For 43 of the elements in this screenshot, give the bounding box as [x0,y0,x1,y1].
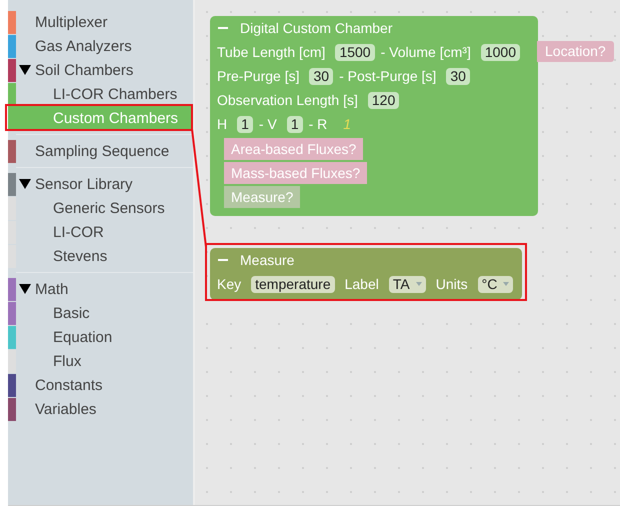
number-field[interactable]: 30 [309,68,334,84]
category-item[interactable]: Stevens [8,244,193,268]
category-item[interactable]: Equation [8,325,193,349]
field-label: Key [217,276,242,292]
measure-block[interactable]: Measure Key temperature Label TA Units °C [210,248,522,300]
number-field[interactable]: 1 [286,116,303,132]
number-field[interactable]: 120 [368,92,400,108]
dropdown[interactable]: °C [478,276,514,292]
field-label: Units [436,276,468,292]
block-title: Measure [240,252,294,268]
category-item[interactable]: Sensor Library [8,172,193,196]
field-label: Tube Length [cm] [217,44,326,60]
category-item[interactable]: Gas Analyzers [8,34,193,58]
number-field[interactable]: 1000 [480,44,520,60]
text-field[interactable]: temperature [251,276,335,292]
field-label: Pre-Purge [s] [217,68,300,84]
chamber-block[interactable]: Digital Custom Chamber Tube Length [cm] 1500 - Volume [cm³] 1000 Pre-Purge [s] 30 - Post-Purge [s] 30 Observation Length [s] 120 H 1 - V 1 - R 1 Area-based Fluxes? Mass-based Fluxes? Measure? [210,16,538,216]
category-item[interactable]: Multiplexer [8,10,193,34]
category-item[interactable]: LI-COR [8,220,193,244]
field-label: H [217,116,228,132]
block-title: Digital Custom Chamber [240,20,392,36]
field-label: - Post-Purge [s] [339,68,436,84]
field-label: - R [308,116,328,132]
category-item[interactable]: Flux [8,349,193,373]
field-label: Observation Length [s] [217,92,358,108]
field-label: - V [258,116,277,132]
category-item[interactable]: Variables [8,397,193,421]
category-item[interactable]: Generic Sensors [8,196,193,220]
number-field[interactable]: 1500 [335,44,375,60]
field-label: - Volume [cm³] [380,44,471,60]
category-item[interactable]: Soil Chambers [8,58,193,82]
field-label: Label [344,276,379,292]
dropdown[interactable]: TA [388,276,426,292]
caret-icon [503,282,510,286]
category-item[interactable]: Sampling Sequence [8,139,193,163]
readonly-value: 1 [343,116,352,132]
category-item[interactable]: Constants [8,373,193,397]
number-field[interactable]: 1 [237,116,253,132]
number-field[interactable]: 30 [446,68,470,84]
category-item[interactable]: Math [8,277,193,301]
category-item[interactable]: LI-COR Chambers [8,82,193,106]
caret-icon [416,282,422,286]
category-item[interactable]: Basic [8,301,193,325]
